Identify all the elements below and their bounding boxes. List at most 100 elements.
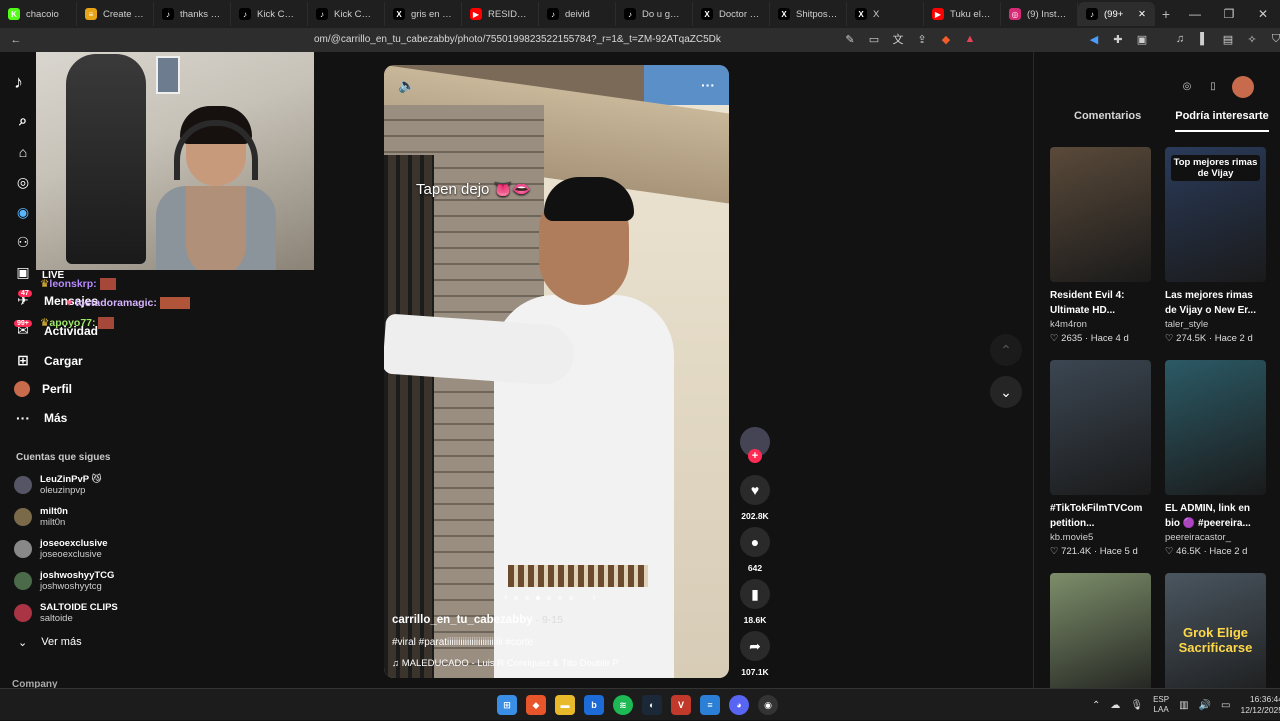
spotify-icon[interactable]: ≋ bbox=[613, 695, 633, 715]
new-tab-button[interactable]: + bbox=[1155, 6, 1177, 22]
obs-icon[interactable]: ◉ bbox=[758, 695, 778, 715]
recommended-video-card[interactable]: EL ADMIN, link en bio 🟣 #peereira... peer… bbox=[1165, 360, 1266, 557]
media-icon[interactable]: ♫ bbox=[1172, 30, 1188, 48]
browser-tab[interactable]: ♪ (99+ ✕ bbox=[1078, 2, 1155, 26]
voicemeeter-icon[interactable]: V bbox=[671, 695, 691, 715]
cloud-icon[interactable]: ☁ bbox=[1110, 700, 1120, 711]
video-player[interactable]: Tapen dejo 👅👄 🔈 ··· ‹ › carrillo_en_tu_c… bbox=[384, 65, 729, 678]
sidebar-icon[interactable]: ▌ bbox=[1196, 30, 1212, 48]
nav-item-mas[interactable]: ··· Más bbox=[14, 410, 67, 426]
user-avatar[interactable] bbox=[1232, 76, 1254, 98]
microphone-icon[interactable]: 🎙 bbox=[1130, 700, 1143, 711]
windows-start-icon[interactable]: ⊞ bbox=[497, 695, 517, 715]
following-account[interactable]: joshwoshyyTCG joshwoshyytcg bbox=[14, 570, 114, 592]
tab-podria-interesarte[interactable]: Podría interesarte bbox=[1175, 110, 1269, 132]
nav-item-cargar[interactable]: ⊞ Cargar bbox=[14, 352, 83, 369]
back-icon[interactable]: ← bbox=[8, 31, 24, 49]
close-window-icon[interactable]: ✕ bbox=[1246, 0, 1280, 28]
minimize-icon[interactable]: — bbox=[1178, 0, 1212, 28]
wallet-icon[interactable]: ▤ bbox=[1220, 30, 1236, 48]
share-arrow-icon: ➦ bbox=[740, 631, 770, 661]
tray-chevron-icon[interactable]: ⌃ bbox=[1092, 700, 1100, 711]
more-options-icon[interactable]: ··· bbox=[701, 77, 715, 93]
like-button[interactable]: ♥ 202.8K bbox=[738, 475, 772, 521]
reader-mode-icon[interactable]: ✎ bbox=[842, 30, 858, 48]
home-icon[interactable]: ⌂ bbox=[14, 144, 32, 160]
recommended-video-card[interactable]: #TikTokFilmTVCom petition... kb.movie5 ♡ 7… bbox=[1050, 360, 1151, 557]
audio-icon[interactable]: ◀ bbox=[1086, 30, 1102, 48]
browser-tab[interactable]: ▶ RESIDENT E bbox=[462, 2, 539, 26]
browser-tab[interactable]: Kchacoio bbox=[0, 2, 77, 26]
browser-tab[interactable]: X Doctor Mar bbox=[693, 2, 770, 26]
see-more-button[interactable]: ⌄ Ver más bbox=[18, 636, 82, 649]
comment-button[interactable]: ● 642 bbox=[738, 527, 772, 573]
translate-icon[interactable]: 文 bbox=[890, 30, 906, 48]
photo-carousel-dots[interactable]: ‹ › bbox=[504, 592, 596, 603]
extensions-icon[interactable]: ✚ bbox=[1110, 30, 1126, 48]
following-account[interactable]: joseoexclusive joseoexclusive bbox=[14, 538, 108, 560]
share-icon[interactable]: ⇪ bbox=[914, 30, 930, 48]
notepad-icon[interactable]: ≡ bbox=[700, 695, 720, 715]
browser-tab[interactable]: XX bbox=[847, 2, 924, 26]
tab-comentarios[interactable]: Comentarios bbox=[1074, 110, 1141, 132]
search-icon[interactable]: ⌕ bbox=[14, 112, 32, 129]
following-account[interactable]: milt0n milt0n bbox=[14, 506, 68, 528]
following-account[interactable]: SALTOIDE CLIPS saltoide bbox=[14, 602, 118, 624]
following-account[interactable]: LeuZinPvP 😼 oleuzinpvp bbox=[14, 474, 101, 496]
address-bar[interactable]: om/@carrillo_en_tu_cabezabby/photo/75501… bbox=[314, 28, 721, 52]
tab-title: (99+ bbox=[1104, 8, 1124, 20]
browser-tab[interactable]: ♪ deivid bbox=[539, 2, 616, 26]
recommended-video-card[interactable]: Resident Evil 4: Ultimate HD... k4m4ron ♡ … bbox=[1050, 147, 1151, 344]
explore-icon[interactable]: ◎ bbox=[14, 174, 32, 191]
recommended-video-card[interactable]: Top mejores rimas de Vijay Las mejores ri… bbox=[1165, 147, 1266, 344]
browser-tab[interactable]: ♪ thanks to th bbox=[154, 2, 231, 26]
next-video-button[interactable]: ⌄ bbox=[990, 376, 1022, 408]
close-tab-icon[interactable]: ✕ bbox=[1138, 9, 1146, 20]
following-icon[interactable]: ◉ bbox=[14, 204, 32, 221]
carousel-prev-icon[interactable]: ‹ bbox=[504, 592, 507, 603]
network-icon[interactable]: ▥ bbox=[1179, 700, 1188, 711]
vpn-icon[interactable]: ⛉ bbox=[1268, 30, 1280, 48]
tiktok-logo-icon[interactable]: ♪ bbox=[14, 72, 23, 93]
volume-icon[interactable]: 🔊 bbox=[1199, 700, 1211, 711]
clock[interactable]: 16:36:44 12/12/2025 bbox=[1240, 694, 1280, 716]
share-button[interactable]: ➦ 107.1K bbox=[738, 631, 772, 677]
browser-tab[interactable]: X Shitpost 20 bbox=[770, 2, 847, 26]
nav-item-perfil[interactable]: Perfil bbox=[14, 381, 72, 397]
video-hashtags[interactable]: #viral #paratiiiiiiiiiiiiiiiiiiiiiiiii #… bbox=[392, 637, 533, 648]
browser-tab[interactable]: ♪ Do u get th bbox=[616, 2, 693, 26]
language-indicator[interactable]: ESP LAA bbox=[1153, 695, 1169, 715]
browser-tab[interactable]: ▶ Tuku el Car bbox=[924, 2, 1001, 26]
cast-icon[interactable]: ▭ bbox=[866, 30, 882, 48]
friends-icon[interactable]: ⚇ bbox=[14, 234, 32, 251]
device-icon[interactable]: ▯ bbox=[1205, 78, 1221, 94]
previous-video-button[interactable]: ⌃ bbox=[990, 334, 1022, 366]
card-title: Las mejores rimas de Vijay o New Er... bbox=[1165, 290, 1256, 316]
screenshot-icon[interactable]: ▣ bbox=[1134, 30, 1150, 48]
browser-tab[interactable]: ◎ (9) Instagra bbox=[1001, 2, 1078, 26]
brave-rewards-icon[interactable]: ▲ bbox=[962, 30, 978, 48]
video-music[interactable]: ♫ MALEDUCADO - Luis R Conriquez & Tito D… bbox=[392, 658, 619, 669]
live-icon: ▣ bbox=[16, 264, 30, 280]
browser-tab[interactable]: ♪ Kick Chat O bbox=[308, 2, 385, 26]
save-button[interactable]: ▮ 18.6K bbox=[738, 579, 772, 625]
card-author: peereiracastor_ bbox=[1165, 532, 1232, 543]
follow-plus-icon[interactable]: + bbox=[748, 449, 762, 463]
browser-tab[interactable]: ♪ Kick Chat O bbox=[231, 2, 308, 26]
browser-tab[interactable]: ≡ Create a Sp bbox=[77, 2, 154, 26]
video-thumbnail: Top mejores rimas de Vijay bbox=[1165, 147, 1266, 282]
file-explorer-icon[interactable]: ▬ bbox=[555, 695, 575, 715]
leo-ai-icon[interactable]: ✧ bbox=[1244, 30, 1260, 48]
discord-icon[interactable]: ◕ bbox=[729, 695, 749, 715]
speaker-icon[interactable]: 🔈 bbox=[398, 77, 415, 94]
carousel-next-icon[interactable]: › bbox=[592, 592, 595, 603]
browser-tab[interactable]: Xgris en X: " bbox=[385, 2, 462, 26]
bing-icon[interactable]: b bbox=[584, 695, 604, 715]
compass-icon[interactable]: ◎ bbox=[1179, 78, 1195, 94]
brave-browser-icon[interactable]: ◆ bbox=[526, 695, 546, 715]
brave-shield-icon[interactable]: ◆ bbox=[938, 30, 954, 48]
battery-icon[interactable]: ▭ bbox=[1221, 700, 1230, 711]
restore-icon[interactable]: ❐ bbox=[1212, 0, 1246, 28]
steam-icon[interactable]: ◐ bbox=[642, 695, 662, 715]
video-author[interactable]: carrillo_en_tu_cabezabby · 9-15 bbox=[392, 614, 563, 626]
